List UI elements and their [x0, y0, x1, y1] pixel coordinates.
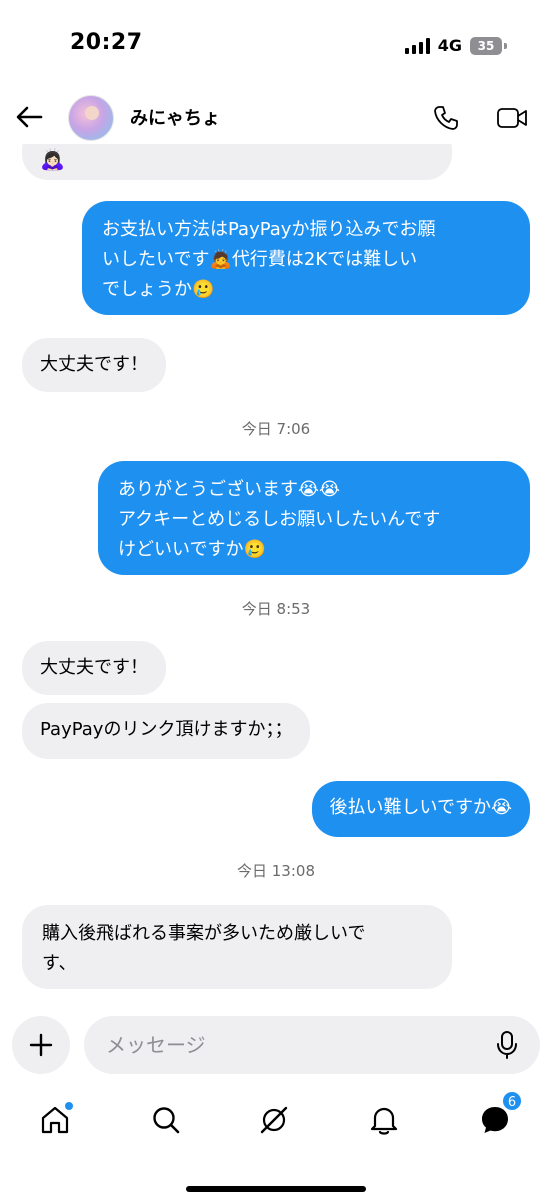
message-input[interactable]	[84, 1016, 540, 1074]
message-text: 大丈夫です！	[40, 354, 148, 375]
contact-name[interactable]: みにゃちょ	[130, 104, 220, 130]
message-line: けどいいですか🥲	[118, 539, 266, 560]
add-attachment-button[interactable]	[12, 1016, 70, 1074]
nav-messages[interactable]: 6	[475, 1090, 523, 1140]
messages-badge: 6	[501, 1090, 523, 1112]
back-arrow-icon	[16, 106, 43, 128]
bell-icon	[370, 1107, 398, 1135]
battery-level: 35	[477, 38, 495, 53]
message-bubble-outgoing[interactable]: ありがとうございます😭😭 アクキーとめじるしお願いしたいんです けどいいですか🥲	[98, 461, 530, 575]
status-time: 20:27	[70, 30, 143, 55]
message-bubble-outgoing[interactable]: 後払い難しいですか😭	[311, 781, 530, 837]
plus-icon	[29, 1033, 53, 1057]
search-icon	[153, 1107, 180, 1134]
nav-notifications[interactable]	[364, 1100, 404, 1140]
message-bubble-incoming[interactable]: 大丈夫です！	[22, 641, 166, 695]
nav-home[interactable]	[35, 1100, 75, 1140]
video-icon	[497, 108, 527, 128]
message-line: アクキーとめじるしお願いしたいんです	[118, 509, 441, 530]
message-bubble-outgoing[interactable]: お支払い方法はPayPayか振り込みでお願 いしたいです🙇代行費は2Kでは難しい…	[82, 201, 530, 315]
message-bubble-incoming[interactable]: 🙇🏻‍♀️	[22, 144, 452, 180]
battery-icon: 35	[470, 36, 507, 55]
message-line: ありがとうございます😭😭	[118, 479, 341, 500]
call-button[interactable]	[430, 102, 462, 134]
message-composer	[0, 1010, 552, 1080]
nav-explore[interactable]	[254, 1100, 294, 1140]
message-line: す、	[42, 953, 77, 974]
message-text: PayPayのリンク頂けますか；；	[40, 719, 293, 740]
timestamp-separator: 今日 7:06	[241, 420, 311, 438]
status-indicators: 4G 35	[404, 36, 507, 55]
nav-search[interactable]	[146, 1100, 186, 1140]
message-bubble-incoming[interactable]: PayPayのリンク頂けますか；；	[22, 703, 311, 759]
phone-icon	[434, 106, 458, 130]
message-line: 購入後飛ばれる事案が多いため厳しいで	[42, 923, 366, 944]
home-notification-dot	[65, 1102, 73, 1110]
explore-icon	[260, 1106, 288, 1134]
chat-header: みにゃちょ	[0, 90, 552, 144]
mic-icon	[497, 1031, 517, 1059]
signal-icon	[404, 37, 430, 54]
video-call-button[interactable]	[494, 102, 530, 134]
voice-message-button[interactable]	[492, 1030, 522, 1060]
bottom-navigation: 6	[0, 1090, 552, 1150]
back-button[interactable]	[12, 100, 46, 134]
message-line: お支払い方法はPayPayか振り込みでお願	[102, 219, 436, 240]
message-bubble-incoming[interactable]: 購入後飛ばれる事案が多いため厳しいで す、	[22, 905, 452, 989]
network-label: 4G	[437, 36, 462, 55]
message-text: 🙇🏻‍♀️	[40, 147, 65, 171]
message-line: いしたいです🙇代行費は2Kでは難しい	[102, 249, 418, 270]
status-bar: 20:27 4G 35	[0, 0, 552, 90]
avatar[interactable]	[68, 95, 114, 141]
timestamp-separator: 今日 8:53	[241, 600, 311, 618]
message-line: でしょうか🥲	[102, 279, 215, 300]
message-text: 大丈夫です！	[40, 657, 148, 678]
message-text: 後払い難しいですか😭	[329, 797, 513, 818]
message-list[interactable]: 🙇🏻‍♀️ お支払い方法はPayPayか振り込みでお願 いしたいです🙇代行費は2…	[0, 144, 552, 1000]
message-bubble-incoming[interactable]: 大丈夫です！	[22, 338, 166, 392]
timestamp-separator: 今日 13:08	[237, 862, 315, 880]
home-indicator	[186, 1186, 366, 1192]
